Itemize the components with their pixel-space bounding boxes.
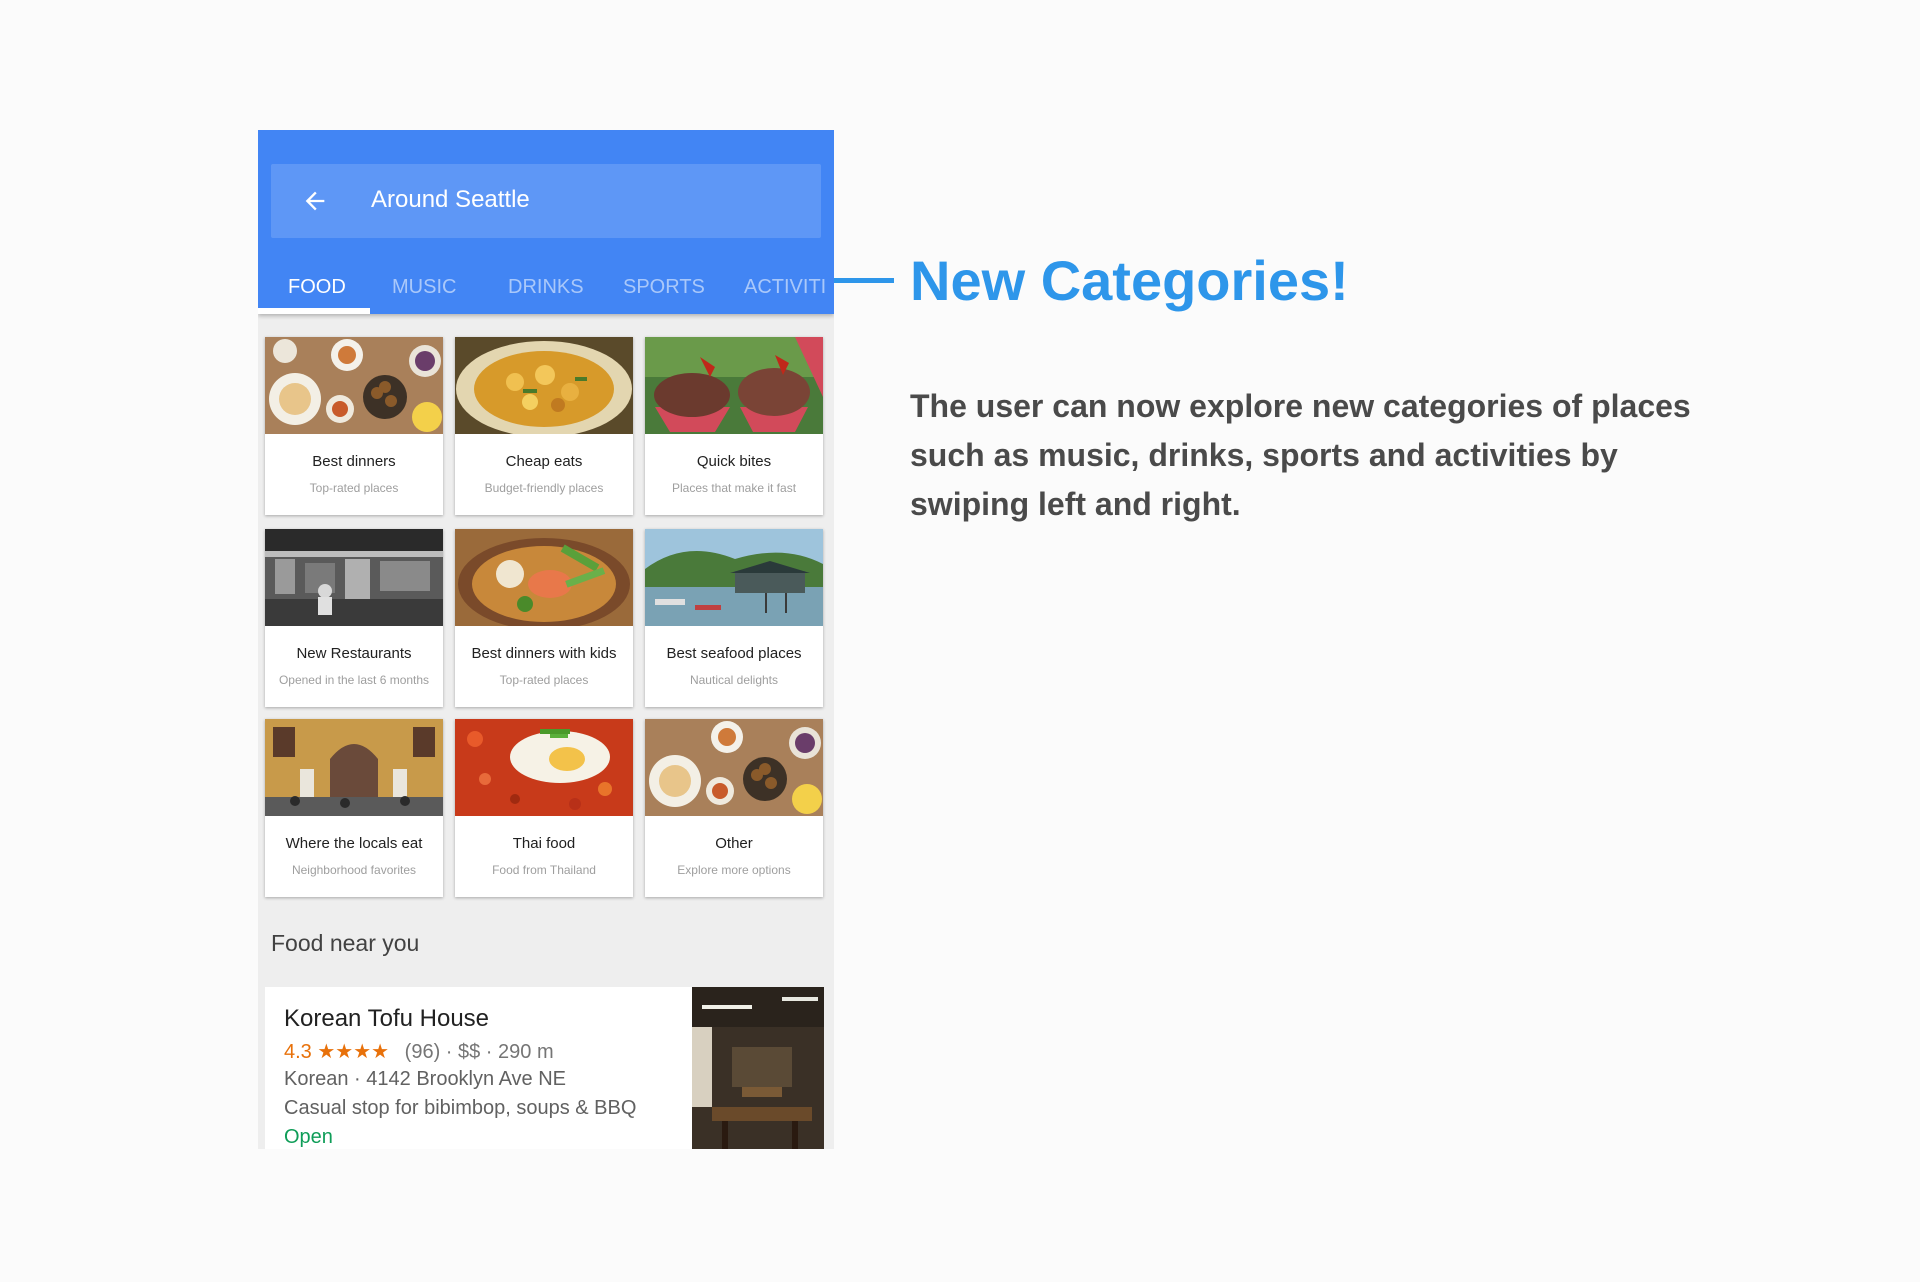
category-image [265, 337, 443, 434]
star-rating-icon: ★★★★ [317, 1041, 390, 1063]
category-subtitle: Budget-friendly places [484, 481, 604, 495]
search-title: Around Seattle [371, 186, 530, 213]
category-card-quick-bites[interactable]: Quick bites Places that make it fast [645, 337, 823, 515]
category-title: Quick bites [696, 453, 772, 470]
category-title: Best dinners with kids [471, 645, 617, 662]
connector-line [834, 278, 894, 283]
category-image [265, 719, 443, 816]
tab-activities[interactable]: ACTIVITI [744, 260, 826, 314]
category-image [645, 529, 823, 626]
category-subtitle: Places that make it fast [671, 481, 797, 495]
rating-value: 4.3 [284, 1041, 312, 1063]
category-image [265, 529, 443, 626]
category-card-locals-eat[interactable]: Where the locals eat Neighborhood favori… [265, 719, 443, 897]
category-title: Thai food [512, 835, 576, 852]
category-card-dinners-with-kids[interactable]: Best dinners with kids Top-rated places [455, 529, 633, 707]
tab-drinks[interactable]: DRINKS [508, 260, 584, 314]
arrow-back-icon [305, 191, 325, 211]
category-card-seafood[interactable]: Best seafood places Nautical delights [645, 529, 823, 707]
category-tabs: FOOD MUSIC DRINKS SPORTS ACTIVITI [258, 260, 834, 314]
category-image [645, 337, 823, 434]
tab-indicator [258, 308, 370, 314]
category-card-best-dinners[interactable]: Best dinners Top-rated places [265, 337, 443, 515]
tab-music[interactable]: MUSIC [392, 260, 456, 314]
tab-food[interactable]: FOOD [288, 260, 346, 314]
category-subtitle: Top-rated places [309, 481, 399, 495]
place-details: (96) · $$ · 290 m [404, 1041, 554, 1063]
category-image [455, 719, 633, 816]
category-title: Best seafood places [666, 645, 802, 662]
annotation-description: The user can now explore new categories … [910, 388, 1691, 522]
search-bar[interactable]: Around Seattle [271, 164, 821, 238]
place-photo [692, 987, 824, 1149]
category-image [645, 719, 823, 816]
category-subtitle: Neighborhood favorites [291, 863, 417, 877]
category-card-new-restaurants[interactable]: New Restaurants Opened in the last 6 mon… [265, 529, 443, 707]
category-title: Cheap eats [505, 453, 583, 470]
category-card-thai-food[interactable]: Thai food Food from Thailand [455, 719, 633, 897]
tab-sports[interactable]: SPORTS [623, 260, 705, 314]
place-card[interactable]: Korean Tofu House 4.3 ★★★★ (96) · $$ · 2… [265, 987, 824, 1149]
category-card-other[interactable]: Other Explore more options [645, 719, 823, 897]
place-open-status: Open [284, 1126, 333, 1148]
place-rating-row: 4.3 ★★★★ (96) · $$ · 290 m [284, 1039, 554, 1064]
section-title-food-near-you: Food near you [271, 930, 420, 956]
category-image [455, 337, 633, 434]
phone-screen: Around Seattle FOOD MUSIC DRINKS SPORTS … [258, 130, 834, 1149]
category-subtitle: Explore more options [677, 863, 791, 877]
place-description: Casual stop for bibimbop, soups & BBQ [284, 1097, 637, 1119]
app-bar: Around Seattle FOOD MUSIC DRINKS SPORTS … [258, 130, 834, 314]
place-address: Korean · 4142 Brooklyn Ave NE [284, 1068, 567, 1090]
back-button[interactable] [291, 177, 339, 225]
place-name: Korean Tofu House [284, 1005, 490, 1032]
category-subtitle: Food from Thailand [492, 863, 596, 877]
category-title: Other [715, 835, 753, 852]
category-title: New Restaurants [296, 645, 412, 662]
category-title: Best dinners [312, 453, 396, 470]
category-image [455, 529, 633, 626]
category-subtitle: Top-rated places [499, 673, 589, 687]
category-card-cheap-eats[interactable]: Cheap eats Budget-friendly places [455, 337, 633, 515]
category-subtitle: Opened in the last 6 months [278, 673, 430, 687]
annotation-headline: New Categories! [910, 249, 1349, 312]
category-title: Where the locals eat [285, 835, 423, 852]
category-subtitle: Nautical delights [689, 673, 779, 687]
